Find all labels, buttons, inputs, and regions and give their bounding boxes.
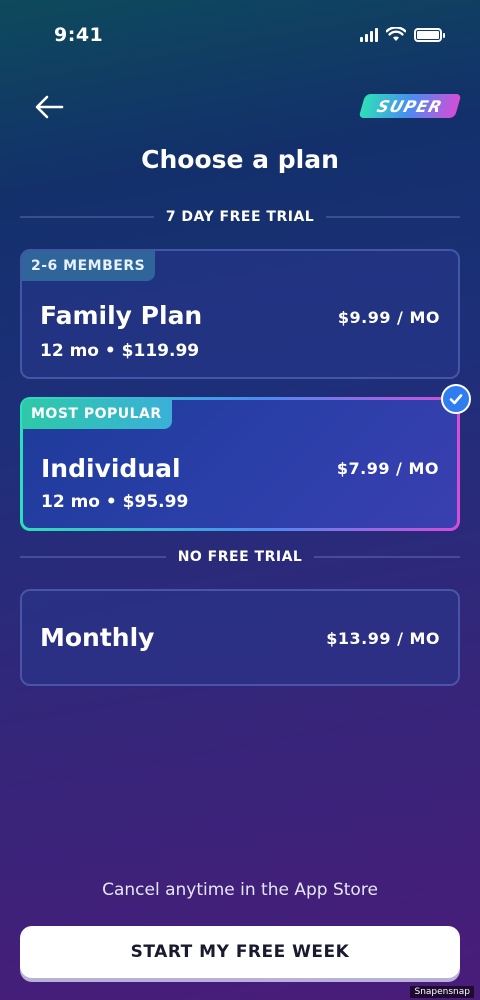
cancel-note: Cancel anytime in the App Store [102, 880, 378, 900]
plan-price: $13.99 / MO [326, 629, 440, 648]
plan-name: Family Plan [40, 301, 203, 330]
no-trial-divider: NO FREE TRIAL [20, 549, 461, 565]
plan-tag: MOST POPULAR [22, 399, 172, 429]
plan-card-monthly[interactable]: Monthly $13.99 / MO [20, 589, 460, 686]
divider-line [20, 216, 154, 218]
plan-subtitle: 12 mo • $95.99 [41, 492, 189, 512]
start-free-week-button[interactable]: START MY FREE WEEK [20, 926, 460, 978]
super-badge-label: SUPER [375, 96, 445, 116]
trial-divider: 7 DAY FREE TRIAL [20, 209, 461, 225]
trial-section-label: 7 DAY FREE TRIAL [165, 209, 315, 225]
battery-icon [414, 27, 445, 42]
no-trial-section-label: NO FREE TRIAL [177, 549, 303, 565]
plan-tag: 2-6 MEMBERS [22, 251, 156, 281]
checkmark-icon [441, 384, 471, 414]
super-badge: SUPER [358, 94, 462, 118]
divider-line [20, 556, 166, 558]
arrow-left-icon [35, 95, 64, 119]
page-title: Choose a plan [141, 145, 339, 174]
plan-card-individual[interactable]: MOST POPULAR Individual 12 mo • $95.99 $… [20, 384, 471, 531]
status-bar: 9:41 [0, 0, 480, 70]
status-time: 9:41 [54, 24, 104, 46]
plan-subtitle: 12 mo • $119.99 [40, 341, 200, 361]
watermark: Snapensnap [410, 986, 474, 998]
back-button[interactable] [32, 92, 66, 122]
plan-name: Individual [41, 454, 181, 483]
divider-line [326, 216, 461, 218]
plan-name: Monthly [40, 623, 155, 652]
plan-card-family[interactable]: 2-6 MEMBERS Family Plan 12 mo • $119.99 … [20, 249, 460, 379]
plan-price: $7.99 / MO [336, 459, 439, 478]
status-icons [360, 27, 445, 42]
divider-line [314, 556, 461, 558]
wifi-icon [386, 27, 406, 41]
plan-price: $9.99 / MO [337, 308, 440, 327]
cellular-signal-icon [360, 27, 378, 42]
